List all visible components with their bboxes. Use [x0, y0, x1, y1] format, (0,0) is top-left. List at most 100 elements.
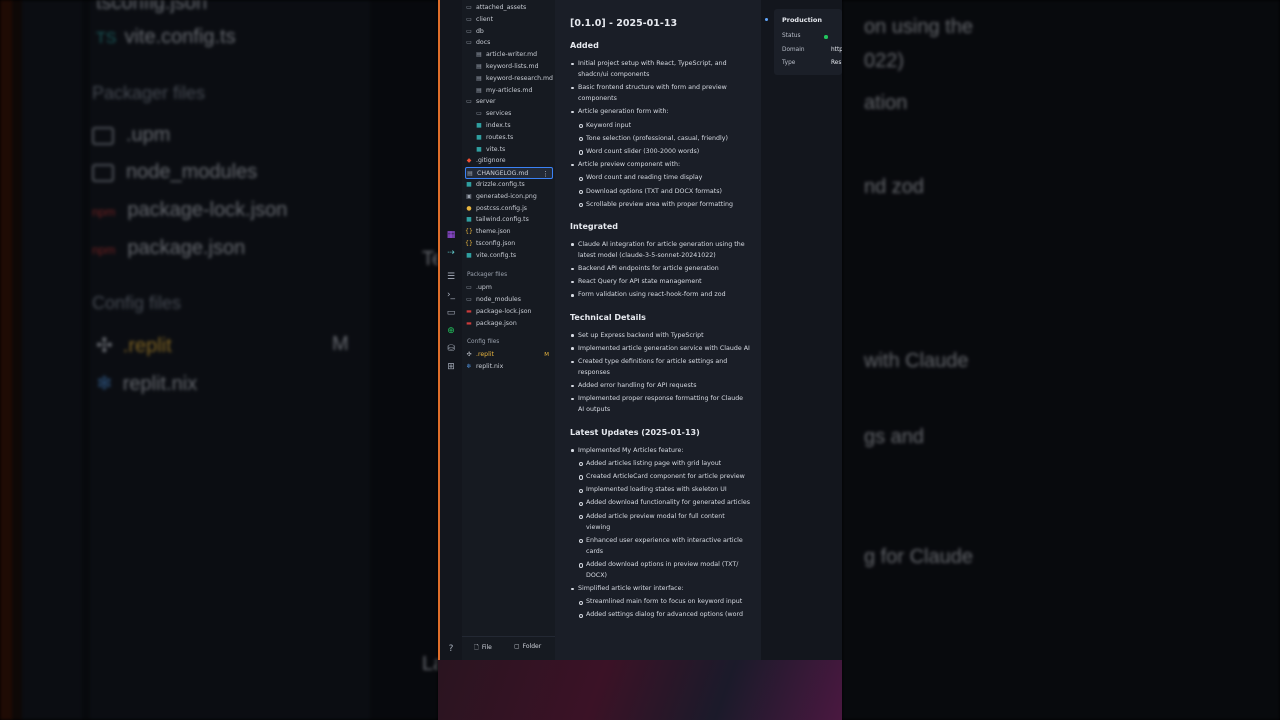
- config-files-header: Config files: [467, 339, 500, 345]
- file-tree-item[interactable]: {} theme.json: [465, 226, 553, 238]
- file-tree-label: package-lock.json: [476, 308, 532, 315]
- file-tree-label: node_modules: [476, 296, 521, 303]
- run-icon[interactable]: ⇢: [445, 247, 457, 259]
- section-heading: Integrated: [570, 221, 618, 231]
- file-tree-item[interactable]: ● postcss.config.js: [465, 203, 553, 215]
- changelog-subitem: Added download functionality for generat…: [578, 497, 750, 508]
- file-tree-label: tsconfig.json: [476, 240, 516, 247]
- file-tree-item[interactable]: {} tsconfig.json: [465, 238, 553, 250]
- file-tree-item[interactable]: ❄ replit.nix: [465, 361, 553, 373]
- file-tree-label: docs: [476, 39, 491, 47]
- monitor-icon[interactable]: ▭: [445, 307, 457, 319]
- markdown-icon: ▤: [476, 86, 482, 94]
- file-tree-item[interactable]: ▭ .upm: [465, 282, 553, 294]
- new-file-button[interactable]: 🗋 File: [474, 643, 492, 653]
- file-tree-item[interactable]: ■ routes.ts: [475, 132, 553, 144]
- changelog-subitem: Keyword input: [578, 120, 750, 131]
- file-tree-item[interactable]: ■ index.ts: [475, 120, 553, 132]
- terminal-icon[interactable]: ›_: [445, 289, 457, 301]
- file-tree-item[interactable]: ▭ attached_assets: [465, 2, 553, 14]
- outline-icon[interactable]: ☰: [445, 271, 457, 283]
- modified-badge: M: [544, 352, 549, 358]
- changelog-list: Initial project setup with React, TypeSc…: [570, 58, 750, 210]
- markdown-icon: ▤: [476, 63, 482, 70]
- file-tree-label: theme.json: [476, 228, 511, 236]
- file-tree-label: attached_assets: [476, 4, 527, 11]
- new-folder-button[interactable]: ▢ Folder: [514, 643, 541, 650]
- file-tree-item[interactable]: ▤ keyword-lists.md: [475, 61, 553, 73]
- file-tree-item[interactable]: ▤ keyword-research.md: [475, 73, 553, 85]
- database-icon[interactable]: ⛁: [445, 343, 457, 355]
- changelog-subitem: Scrollable preview area with proper form…: [578, 199, 750, 210]
- deploy-icon[interactable]: ⊕: [445, 325, 457, 337]
- typescript-icon: ■: [466, 251, 472, 259]
- deployment-panel: Production Status Domain http Type Res: [761, 0, 842, 660]
- bg-file-tsconfig: tsconfig.json: [96, 0, 208, 14]
- file-tree-label: postcss.config.js: [476, 204, 528, 212]
- changelog-subitem: Enhanced user experience with interactiv…: [578, 535, 750, 557]
- changelog-item: React Query for API state management: [570, 276, 750, 287]
- type-label: Type: [782, 60, 796, 66]
- bg-right-fragment-6: gs and: [864, 426, 925, 448]
- folder-icon: ▭: [466, 4, 472, 11]
- changelog-item: Simplified article writer interface:: [570, 583, 750, 594]
- file-tree-label: generated-icon.png: [476, 192, 537, 200]
- changelog-subitem: Word count slider (300-2000 words): [578, 146, 750, 157]
- changelog-item: Article preview component with:: [570, 159, 750, 170]
- file-tree-item[interactable]: ■ tailwind.config.ts: [465, 214, 553, 226]
- deployment-card[interactable]: Production Status Domain http Type Res: [774, 9, 842, 75]
- file-tree-item[interactable]: ▭ node_modules: [465, 294, 553, 306]
- changelog-subitem: Added articles listing page with grid la…: [578, 458, 750, 469]
- file-tree-label: replit.nix: [476, 363, 504, 370]
- bg-right-fragment-3: ation: [864, 92, 908, 114]
- status-label: Status: [782, 33, 801, 39]
- npm-icon: ▬: [466, 320, 472, 327]
- file-tree-item[interactable]: ▭ server: [465, 96, 553, 108]
- file-tree-item[interactable]: ▭ docs: [465, 37, 553, 49]
- file-tree-item[interactable]: ▭ client: [465, 14, 553, 26]
- changelog-item: Backend API endpoints for article genera…: [570, 263, 750, 274]
- file-tree-item[interactable]: ▣ generated-icon.png: [465, 191, 553, 203]
- changelog-item: Form validation using react-hook-form an…: [570, 289, 750, 300]
- apps-icon[interactable]: ⊞: [445, 361, 457, 373]
- bg-right-fragment-5: with Claude: [864, 350, 969, 372]
- folder-icon: ▭: [476, 110, 482, 118]
- changelog-item: Basic frontend structure with form and p…: [570, 82, 750, 104]
- bg-packager-header: Packager files: [92, 83, 206, 103]
- file-tree-item[interactable]: ■ vite.ts: [475, 144, 553, 156]
- npm-icon: ▬: [466, 308, 472, 315]
- folder-icon: ▭: [466, 296, 472, 303]
- file-tree-item[interactable]: ✣ .replit M: [465, 349, 553, 361]
- json-icon: {}: [465, 240, 473, 247]
- bg-rail: [22, 0, 82, 720]
- bg-tree: [90, 0, 370, 720]
- changelog-item: Added error handling for API requests: [570, 380, 750, 391]
- bg-package-json: npm package.json: [92, 237, 246, 259]
- file-tree-item[interactable]: ▬ package.json: [465, 318, 553, 330]
- file-tree-item[interactable]: ▤ CHANGELOG.md ⋮: [465, 167, 553, 180]
- file-tree-item[interactable]: ▤ article-writer.md: [475, 49, 553, 61]
- indicator-dot: [765, 18, 768, 21]
- file-tree-item[interactable]: ▭ db: [465, 26, 553, 38]
- file-tree-label: server: [476, 98, 496, 106]
- domain-value[interactable]: http: [831, 47, 842, 53]
- bg-package-lock: npm package-lock.json: [92, 199, 288, 221]
- doc-title: [0.1.0] - 2025-01-13: [570, 18, 678, 29]
- bg-fragment-la: La: [422, 653, 438, 675]
- help-icon[interactable]: ?: [445, 643, 457, 655]
- bg-replit: ✣ .replit: [96, 335, 172, 357]
- folder-icon: ▭: [466, 15, 472, 23]
- typescript-icon: ■: [466, 216, 472, 224]
- grid-icon[interactable]: ▦: [445, 229, 457, 241]
- typescript-icon: ■: [476, 145, 482, 153]
- file-tree-item[interactable]: ▭ services: [475, 108, 553, 120]
- file-tree-item[interactable]: ■ drizzle.config.ts: [465, 179, 553, 191]
- file-tree-label: db: [476, 27, 484, 35]
- wallpaper-strip: [438, 660, 842, 720]
- file-tree-item[interactable]: ▤ my-articles.md: [475, 85, 553, 97]
- file-tree-item[interactable]: ◆ .gitignore: [465, 155, 553, 167]
- file-tree-label: index.ts: [486, 122, 511, 129]
- file-tree-item[interactable]: ■ vite.config.ts: [465, 250, 553, 262]
- bg-right-fragment-1: on using the: [864, 16, 973, 38]
- file-tree-item[interactable]: ▬ package-lock.json: [465, 306, 553, 318]
